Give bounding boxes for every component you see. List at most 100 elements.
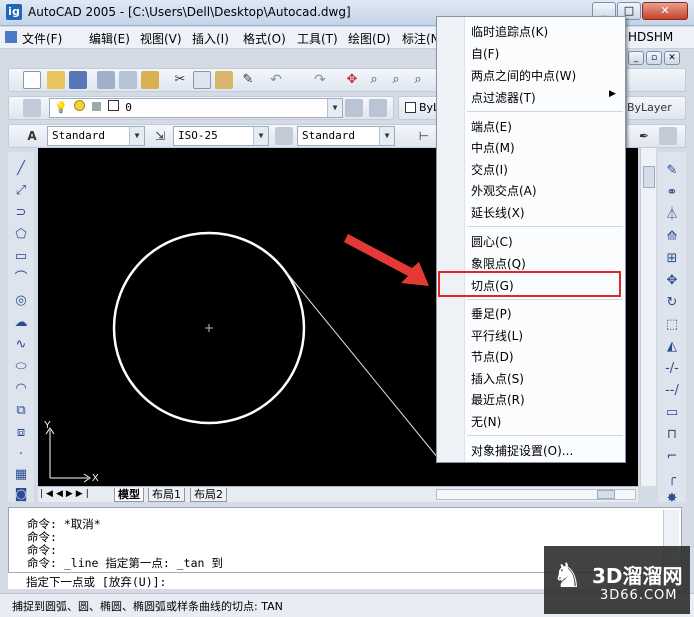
menu-dimension[interactable]: 标注(N [402, 30, 440, 47]
spline-icon[interactable]: ∿ [12, 336, 30, 354]
menu-item-nearest[interactable]: 最近点(R) [471, 391, 525, 408]
menu-format[interactable]: 格式(O) [243, 30, 286, 47]
menu-item-osnap-settings[interactable]: 对象捕捉设置(O)... [471, 442, 573, 459]
polyline-icon[interactable]: ⊃ [12, 204, 30, 222]
scale-icon[interactable]: ⬚ [663, 316, 681, 334]
save-icon[interactable] [69, 71, 87, 89]
doc-minimize-button[interactable]: _ [628, 51, 644, 65]
open-file-icon[interactable] [47, 71, 65, 89]
close-button[interactable]: ✕ [642, 2, 688, 20]
plotstyle-bylayer-label[interactable]: ByLayer [627, 101, 672, 114]
ellipse-arc-icon[interactable]: ◠ [12, 380, 30, 398]
circle-icon[interactable]: ◎ [12, 292, 30, 310]
print-preview-icon[interactable] [119, 71, 137, 89]
menu-item-extension[interactable]: 延长线(X) [471, 204, 525, 221]
menu-right-label[interactable]: HDSHM [628, 30, 673, 44]
new-file-icon[interactable] [23, 71, 41, 89]
properties-icon[interactable] [659, 127, 677, 145]
menu-item-from[interactable]: 自(F) [471, 45, 499, 62]
undo-icon[interactable]: ↶ [267, 71, 285, 89]
print-icon[interactable] [97, 71, 115, 89]
color-checkbox-icon[interactable] [405, 102, 416, 113]
menu-item-perpendicular[interactable]: 垂足(P) [471, 305, 512, 322]
doc-restore-button[interactable]: ▫ [646, 51, 662, 65]
zoom-previous-icon[interactable]: ⌕ [409, 71, 427, 89]
insert-block-icon[interactable]: ⧉ [12, 402, 30, 420]
paste-icon[interactable] [215, 71, 233, 89]
offset-icon[interactable]: ⟰ [663, 228, 681, 246]
make-block-icon[interactable]: ⧈ [12, 424, 30, 442]
polygon-icon[interactable]: ⬠ [12, 226, 30, 244]
make-object-layer-current-icon[interactable] [345, 99, 363, 117]
move-icon[interactable]: ✥ [663, 272, 681, 290]
text-style-dropdown[interactable]: Standard ▼ [47, 126, 145, 146]
tab-model[interactable]: 模型 [114, 488, 144, 502]
redo-icon[interactable]: ↷ [311, 71, 329, 89]
vertical-scrollbar[interactable] [640, 148, 656, 486]
match-properties-icon[interactable]: ✎ [239, 71, 257, 89]
ellipse-icon[interactable]: ⬭ [12, 358, 30, 376]
layer-previous-icon[interactable] [369, 99, 387, 117]
cut-icon[interactable]: ✂ [171, 71, 189, 89]
copy-object-icon[interactable]: ⚭ [663, 184, 681, 202]
tab-layout1[interactable]: 布局1 [148, 488, 185, 502]
arc-icon[interactable]: ⌒ [12, 270, 30, 288]
chamfer-icon[interactable]: ⌐ [663, 448, 681, 466]
revision-cloud-icon[interactable]: ☁ [12, 314, 30, 332]
publish-icon[interactable] [141, 71, 159, 89]
menu-item-none[interactable]: 无(N) [471, 413, 501, 430]
modify-tool-icon[interactable]: ✒ [635, 127, 653, 145]
rotate-icon[interactable]: ↻ [663, 294, 681, 312]
menu-item-quadrant[interactable]: 象限点(Q) [471, 255, 526, 272]
fillet-icon[interactable]: ╭ [663, 470, 681, 488]
line-icon[interactable]: ╱ [12, 160, 30, 178]
menu-view[interactable]: 视图(V) [140, 30, 182, 47]
tab-nav-arrows[interactable]: |◀◀▶▶| [40, 489, 92, 499]
extend-icon[interactable]: --/ [663, 382, 681, 400]
dimension-style-dropdown[interactable]: ISO-25 ▼ [173, 126, 269, 146]
menu-item-center[interactable]: 圆心(C) [471, 233, 513, 250]
menu-item-temporary-track-point[interactable]: 临时追踪点(K) [471, 23, 548, 40]
point-icon[interactable]: · [12, 446, 30, 464]
scrollbar-thumb[interactable] [643, 166, 655, 188]
menu-file[interactable]: 文件(F) [22, 30, 62, 47]
menu-item-apparent-intersection[interactable]: 外观交点(A) [471, 182, 537, 199]
hatch-icon[interactable]: ▦ [12, 466, 30, 484]
document-icon[interactable] [5, 31, 17, 43]
menu-item-midpoint-between-2-points[interactable]: 两点之间的中点(W) [471, 67, 576, 84]
rectangle-icon[interactable]: ▭ [12, 248, 30, 266]
horizontal-scrollbar-thumb[interactable] [597, 490, 615, 499]
tab-layout2[interactable]: 布局2 [190, 488, 227, 502]
menu-draw[interactable]: 绘图(D) [348, 30, 391, 47]
horizontal-scrollbar[interactable] [436, 489, 636, 500]
menu-item-point-filters[interactable]: 点过滤器(T) [471, 89, 536, 106]
layer-dropdown[interactable]: 💡 0 ▼ [49, 98, 343, 118]
menu-tools[interactable]: 工具(T) [297, 30, 338, 47]
pan-icon[interactable]: ✥ [343, 71, 361, 89]
menu-item-intersection[interactable]: 交点(I) [471, 161, 508, 178]
dimension-style-icon[interactable]: ⇲ [151, 127, 169, 145]
region-icon[interactable]: ◙ [12, 486, 30, 504]
join-icon[interactable]: ⊓ [663, 426, 681, 444]
zoom-window-icon[interactable]: ⌕ [387, 71, 405, 89]
layer-manager-icon[interactable] [23, 99, 41, 117]
menu-item-insertion[interactable]: 插入点(S) [471, 370, 524, 387]
menu-item-parallel[interactable]: 平行线(L) [471, 327, 523, 344]
table-style-dropdown[interactable]: Standard ▼ [297, 126, 395, 146]
copy-icon[interactable] [193, 71, 211, 89]
menu-insert[interactable]: 插入(I) [192, 30, 229, 47]
menu-item-node[interactable]: 节点(D) [471, 348, 514, 365]
zoom-realtime-icon[interactable]: ⌕ [365, 71, 383, 89]
tangent-line[interactable] [286, 272, 439, 459]
construction-line-icon[interactable]: ⤢ [12, 182, 30, 200]
explode-icon[interactable]: ✸ [663, 490, 681, 508]
mirror-icon[interactable]: ⏃ [663, 206, 681, 224]
array-icon[interactable]: ⊞ [663, 250, 681, 268]
doc-close-button[interactable]: ✕ [664, 51, 680, 65]
menu-item-endpoint[interactable]: 端点(E) [471, 118, 512, 135]
autocad-app-icon[interactable]: ig [6, 4, 22, 20]
erase-icon[interactable]: ✎ [663, 162, 681, 180]
break-icon[interactable]: ▭ [663, 404, 681, 422]
text-style-icon[interactable]: A [23, 127, 41, 145]
menu-edit[interactable]: 编辑(E) [89, 30, 130, 47]
